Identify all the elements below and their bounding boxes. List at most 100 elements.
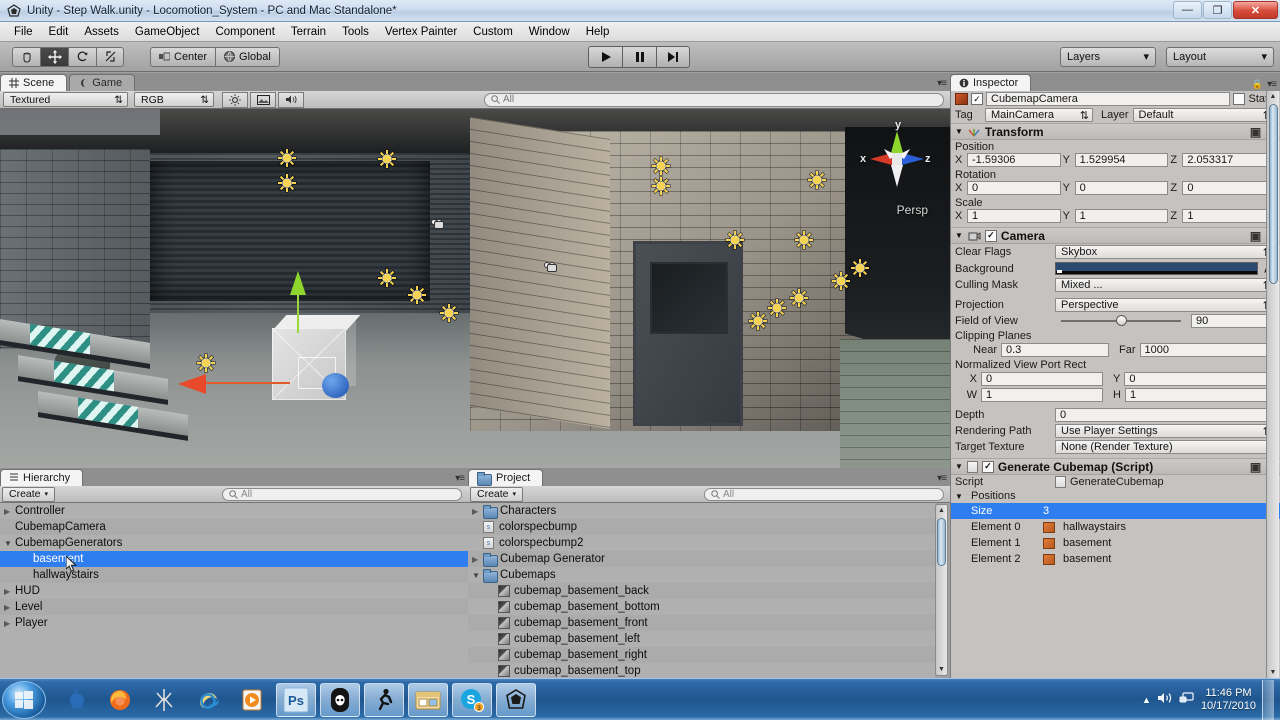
light-gizmo[interactable] bbox=[408, 286, 426, 304]
menu-assets[interactable]: Assets bbox=[76, 24, 127, 40]
chevron-down-icon[interactable]: ▼ bbox=[472, 571, 483, 580]
menu-custom[interactable]: Custom bbox=[465, 24, 521, 40]
element-value[interactable]: basement bbox=[1043, 553, 1266, 565]
layout-dropdown[interactable]: Layout ▾ bbox=[1166, 46, 1274, 67]
apple-icon[interactable] bbox=[56, 683, 96, 717]
hand-tool-button[interactable] bbox=[12, 46, 40, 67]
light-gizmo[interactable] bbox=[197, 354, 215, 372]
hierarchy-item-cubemapgenerators[interactable]: ▼ CubemapGenerators bbox=[0, 535, 468, 551]
firefox-icon[interactable] bbox=[100, 683, 140, 717]
project-create-button[interactable]: Create ▾ bbox=[470, 486, 524, 502]
target-texture-field[interactable]: None (Render Texture) ▾ bbox=[1055, 440, 1276, 454]
chevron-right-icon[interactable]: ▶ bbox=[4, 507, 15, 516]
light-gizmo[interactable] bbox=[652, 177, 670, 195]
step-button[interactable] bbox=[656, 45, 690, 68]
light-gizmo[interactable] bbox=[378, 269, 396, 287]
fov-slider-knob[interactable] bbox=[1116, 315, 1128, 326]
scale-y-field[interactable]: 1 bbox=[1074, 209, 1169, 223]
inspector-vertical-scrollbar[interactable]: ▲ ▼ bbox=[1266, 91, 1279, 678]
array-size-row[interactable]: Size 3 bbox=[951, 503, 1280, 519]
internet-explorer-icon[interactable] bbox=[188, 683, 228, 717]
close-button[interactable]: ✕ bbox=[1233, 1, 1278, 19]
menu-vertex-painter[interactable]: Vertex Painter bbox=[377, 24, 465, 40]
light-gizmo[interactable] bbox=[832, 272, 850, 290]
position-z-field[interactable]: 2.053317 bbox=[1182, 153, 1277, 167]
project-item-cubemap-front[interactable]: cubemap_basement_front bbox=[468, 615, 935, 631]
pivot-mode-button[interactable]: Center bbox=[150, 46, 216, 67]
skybox-toggle-button[interactable] bbox=[250, 91, 276, 108]
hierarchy-tree[interactable]: ▶ Controller CubemapCamera ▼ CubemapGene… bbox=[0, 503, 468, 678]
foldout-icon[interactable]: ▼ bbox=[955, 127, 963, 136]
light-gizmo[interactable] bbox=[851, 259, 869, 277]
menu-window[interactable]: Window bbox=[521, 24, 578, 40]
project-tree[interactable]: ▶ Characters s colorspecbump s colorspec… bbox=[468, 503, 935, 678]
script-enabled-checkbox[interactable]: ✓ bbox=[981, 460, 994, 473]
hierarchy-panel-menu-icon[interactable]: ▾≡ bbox=[455, 473, 465, 484]
project-item-cubemap-left[interactable]: cubemap_basement_left bbox=[468, 631, 935, 647]
array-element-row[interactable]: Element 1 basement ⊙ bbox=[951, 535, 1280, 551]
help-icon[interactable]: ▣ bbox=[1250, 229, 1261, 243]
background-color-field[interactable] bbox=[1055, 262, 1258, 275]
media-player-icon[interactable] bbox=[232, 683, 272, 717]
light-gizmo[interactable] bbox=[652, 157, 670, 175]
start-button[interactable] bbox=[2, 680, 46, 719]
scroll-down-icon[interactable]: ▼ bbox=[1270, 667, 1277, 678]
light-gizmo[interactable] bbox=[440, 304, 458, 322]
scale-z-field[interactable]: 1 bbox=[1182, 209, 1277, 223]
taskbar-clock[interactable]: 11:46 PM 10/17/2010 bbox=[1201, 687, 1256, 713]
runner-icon[interactable] bbox=[364, 682, 404, 717]
chevron-right-icon[interactable]: ▶ bbox=[4, 619, 15, 628]
lighting-toggle-button[interactable] bbox=[222, 91, 248, 108]
project-item-cubemap-bottom[interactable]: cubemap_basement_bottom bbox=[468, 599, 935, 615]
menu-gameobject[interactable]: GameObject bbox=[127, 24, 208, 40]
rotate-tool-button[interactable] bbox=[68, 46, 96, 67]
rotation-y-field[interactable]: 0 bbox=[1074, 181, 1169, 195]
hierarchy-item-level[interactable]: ▶ Level bbox=[0, 599, 468, 615]
camera-gizmo[interactable] bbox=[543, 262, 561, 273]
object-enabled-checkbox[interactable]: ✓ bbox=[971, 93, 983, 105]
project-search-input[interactable]: All bbox=[704, 487, 944, 501]
rotation-z-field[interactable]: 0 bbox=[1182, 181, 1277, 195]
camera-component-header[interactable]: ▼ ✓ Camera ▣ ⚙ bbox=[951, 227, 1280, 244]
light-gizmo[interactable] bbox=[726, 231, 744, 249]
lock-icon[interactable]: 🔒 bbox=[1252, 79, 1263, 90]
project-item-characters[interactable]: ▶ Characters bbox=[468, 503, 935, 519]
tag-dropdown[interactable]: MainCamera ⇅ bbox=[985, 108, 1093, 122]
menu-help[interactable]: Help bbox=[578, 24, 618, 40]
layer-dropdown[interactable]: Default ⇅ bbox=[1132, 108, 1276, 122]
volume-icon[interactable] bbox=[1157, 691, 1173, 708]
project-item-cubemap-generator[interactable]: ▶ Cubemap Generator bbox=[468, 551, 935, 567]
element-value[interactable]: hallwaystairs bbox=[1043, 521, 1266, 533]
light-gizmo[interactable] bbox=[790, 289, 808, 307]
project-item-cubemap-right[interactable]: cubemap_basement_right bbox=[468, 647, 935, 663]
hierarchy-search-input[interactable]: All bbox=[222, 487, 462, 501]
viewport-x-field[interactable]: 0 bbox=[981, 372, 1103, 386]
chevron-right-icon[interactable]: ▶ bbox=[472, 555, 483, 564]
render-mode-dropdown[interactable]: RGB ⇅ bbox=[134, 92, 214, 107]
help-icon[interactable]: ▣ bbox=[1250, 125, 1261, 139]
foldout-icon[interactable]: ▼ bbox=[955, 492, 967, 501]
maximize-button[interactable]: ❐ bbox=[1203, 1, 1232, 19]
tab-hierarchy[interactable]: Hierarchy bbox=[0, 469, 84, 486]
light-gizmo[interactable] bbox=[278, 174, 296, 192]
near-field[interactable]: 0.3 bbox=[1001, 343, 1109, 357]
menu-edit[interactable]: Edit bbox=[41, 24, 77, 40]
camera-gizmo[interactable] bbox=[430, 219, 448, 230]
maya-icon[interactable] bbox=[144, 683, 184, 717]
transform-component-header[interactable]: ▼ Transform ▣ ⚙ bbox=[951, 123, 1280, 140]
move-tool-button[interactable] bbox=[40, 46, 68, 67]
chevron-right-icon[interactable]: ▶ bbox=[472, 507, 483, 516]
hierarchy-create-button[interactable]: Create ▾ bbox=[2, 486, 56, 502]
fov-value-field[interactable]: 90 bbox=[1191, 314, 1276, 328]
project-item-colorspecbump2[interactable]: s colorspecbump2 bbox=[468, 535, 935, 551]
scroll-thumb[interactable] bbox=[1268, 104, 1278, 284]
audio-toggle-button[interactable] bbox=[278, 91, 304, 108]
fov-slider[interactable] bbox=[1061, 315, 1181, 326]
scroll-down-icon[interactable]: ▼ bbox=[938, 664, 945, 675]
menu-terrain[interactable]: Terrain bbox=[283, 24, 334, 40]
project-item-colorspecbump[interactable]: s colorspecbump bbox=[468, 519, 935, 535]
hierarchy-item-basement[interactable]: basement bbox=[0, 551, 468, 572]
draw-mode-dropdown[interactable]: Textured ⇅ bbox=[3, 92, 128, 107]
array-element-row[interactable]: Element 2 basement ⊙ bbox=[951, 551, 1280, 567]
show-hidden-icons-button[interactable]: ▲ bbox=[1142, 695, 1151, 705]
